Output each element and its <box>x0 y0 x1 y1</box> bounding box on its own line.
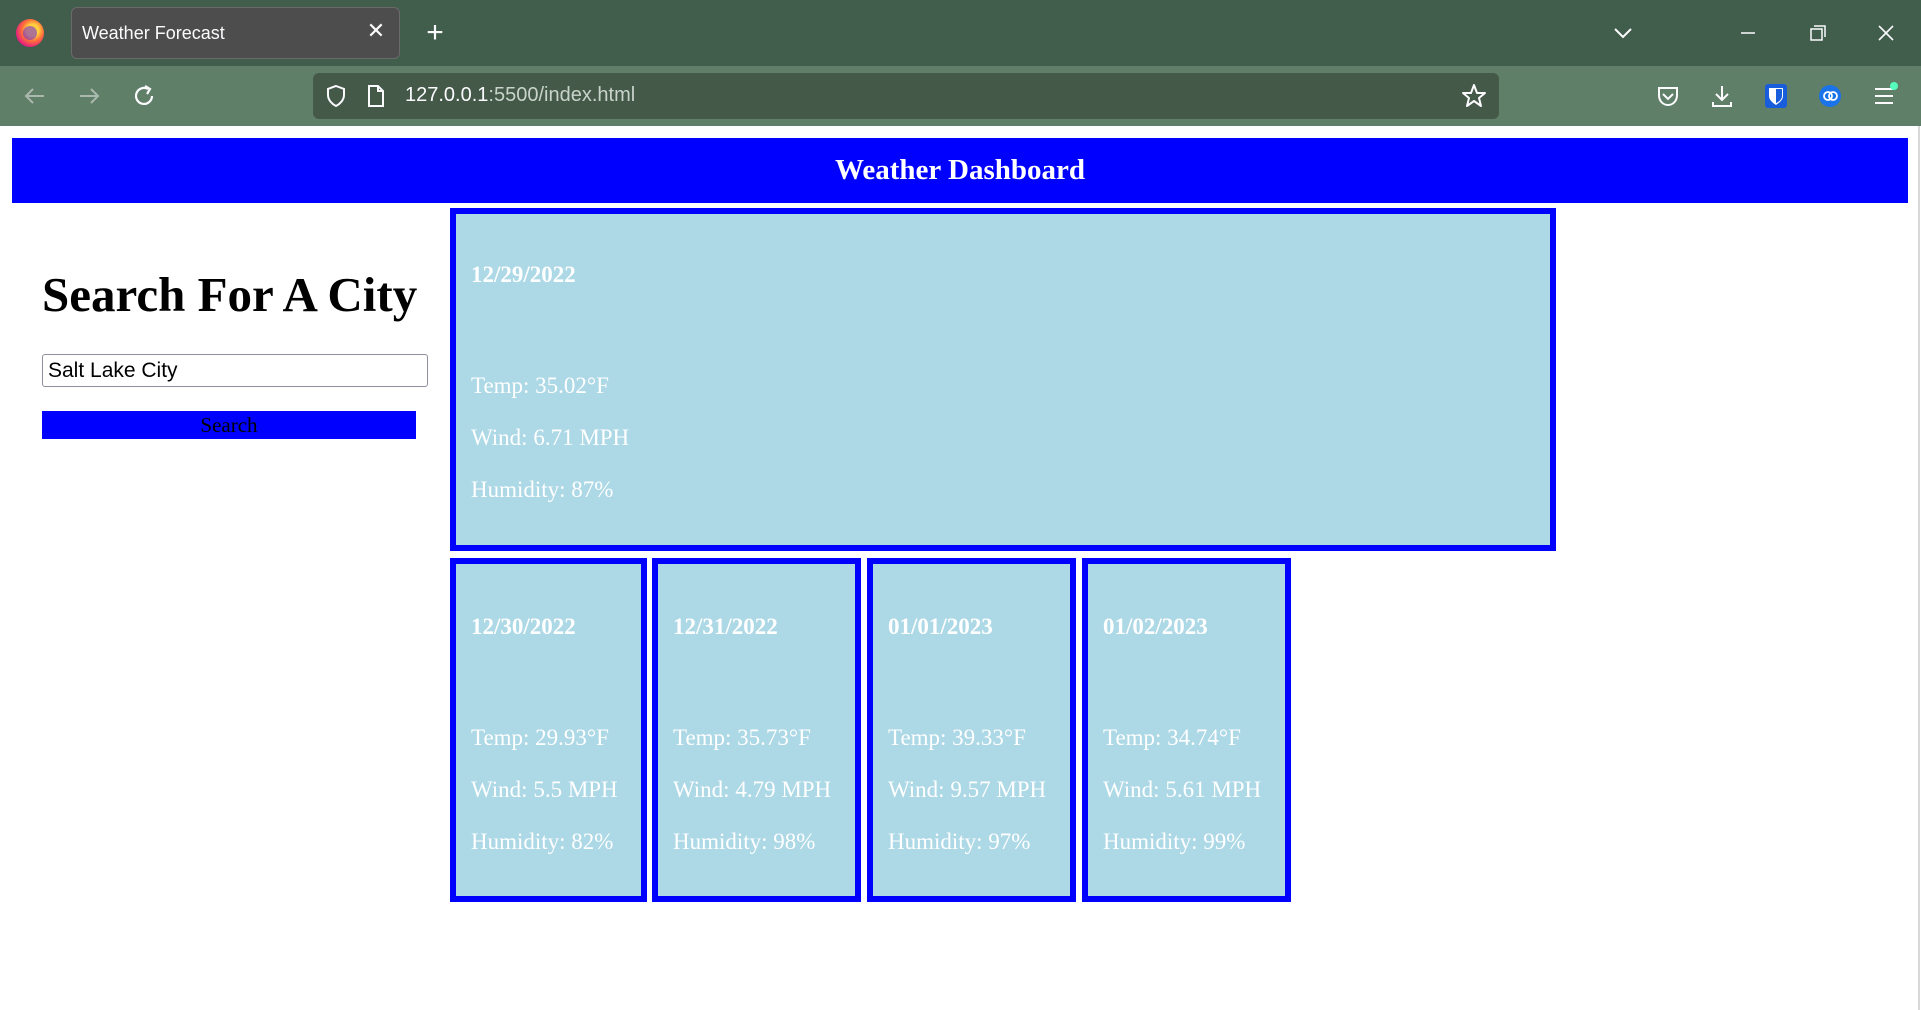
forecast-humidity: Humidity: 82% <box>471 829 614 854</box>
shield-icon[interactable] <box>323 83 349 109</box>
hamburger-menu-icon[interactable] <box>1866 78 1902 114</box>
forward-arrow-icon[interactable] <box>71 78 107 114</box>
back-arrow-icon[interactable] <box>17 78 53 114</box>
forecast-date: 12/30/2022 <box>471 614 576 639</box>
window-close-icon[interactable] <box>1866 14 1906 52</box>
minimize-icon[interactable] <box>1728 14 1768 52</box>
bookmark-star-icon[interactable] <box>1459 81 1489 111</box>
current-date: 12/29/2022 <box>471 262 576 287</box>
page-edge-divider <box>1918 126 1920 1010</box>
browser-nav-bar: 127.0.0.1:5500/index.html <box>0 66 1921 126</box>
forecast-wind: Wind: 4.79 MPH <box>673 777 832 802</box>
url-text[interactable]: 127.0.0.1:5500/index.html <box>405 84 635 107</box>
forecast-card: 01/02/2023 Temp: 34.74°F Wind: 5.61 MPH … <box>1082 558 1291 902</box>
forecast-wind: Wind: 5.61 MPH <box>1103 777 1262 802</box>
forecast-date: 01/02/2023 <box>1103 614 1208 639</box>
forecast-date: 01/01/2023 <box>888 614 993 639</box>
current-wind: Wind: 6.71 MPH <box>471 425 630 450</box>
forecast-date: 12/31/2022 <box>673 614 778 639</box>
forecast-wind: Wind: 5.5 MPH <box>471 777 618 802</box>
forecast-humidity: Humidity: 97% <box>888 829 1031 854</box>
extension-icon[interactable] <box>1812 78 1848 114</box>
forecast-temp: Temp: 39.33°F <box>888 725 1026 750</box>
forecast-humidity: Humidity: 98% <box>673 829 816 854</box>
current-temp: Temp: 35.02°F <box>471 373 609 398</box>
forecast-temp: Temp: 29.93°F <box>471 725 609 750</box>
forecast-temp: Temp: 34.74°F <box>1103 725 1241 750</box>
tab-title: Weather Forecast <box>82 23 225 43</box>
forecast-card: 01/01/2023 Temp: 39.33°F Wind: 9.57 MPH … <box>867 558 1076 902</box>
pocket-icon[interactable] <box>1650 78 1686 114</box>
reload-icon[interactable] <box>126 78 162 114</box>
search-heading: Search For A City <box>42 267 418 322</box>
restore-icon[interactable] <box>1797 14 1837 52</box>
firefox-logo-icon <box>16 19 44 47</box>
url-host: 127.0.0.1 <box>405 84 489 106</box>
forecast-wind: Wind: 9.57 MPH <box>888 777 1047 802</box>
download-icon[interactable] <box>1704 78 1740 114</box>
page-content: Weather Dashboard Search For A City Sear… <box>0 126 1921 1010</box>
page-title: Weather Dashboard <box>834 154 1085 186</box>
browser-tab-strip: Weather Forecast ✕ + <box>0 0 1921 66</box>
forecast-card: 12/31/2022 Temp: 35.73°F Wind: 4.79 MPH … <box>652 558 861 902</box>
forecast-temp: Temp: 35.73°F <box>673 725 811 750</box>
new-tab-icon[interactable]: + <box>418 16 452 50</box>
city-search-input[interactable] <box>42 354 428 387</box>
current-humidity: Humidity: 87% <box>471 477 614 502</box>
dashboard-header: Weather Dashboard <box>12 138 1908 203</box>
url-path: :5500/index.html <box>488 84 636 106</box>
forecast-humidity: Humidity: 99% <box>1103 829 1246 854</box>
current-weather-card: 12/29/2022 Temp: 35.02°F Wind: 6.71 MPH … <box>450 208 1556 551</box>
page-icon[interactable] <box>365 83 387 109</box>
forecast-card: 12/30/2022 Temp: 29.93°F Wind: 5.5 MPH H… <box>450 558 647 902</box>
browser-tab[interactable]: Weather Forecast ✕ <box>71 7 400 59</box>
address-bar[interactable]: 127.0.0.1:5500/index.html <box>313 73 1499 119</box>
tab-close-icon[interactable]: ✕ <box>363 18 389 44</box>
chevron-down-icon[interactable] <box>1608 18 1638 48</box>
search-button[interactable]: Search <box>42 411 416 439</box>
bitwarden-icon[interactable] <box>1758 78 1794 114</box>
